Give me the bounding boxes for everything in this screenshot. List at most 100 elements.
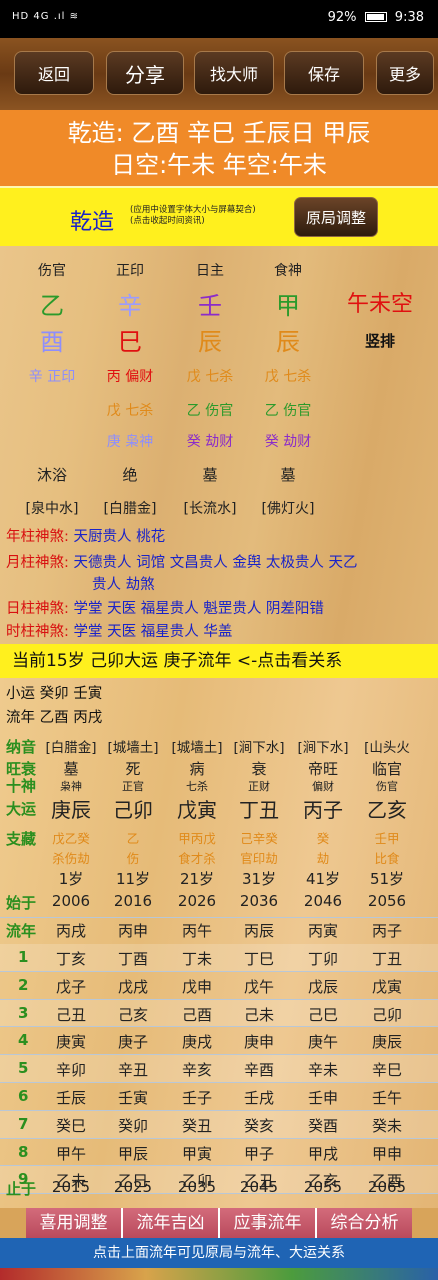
liunian-cell[interactable]: 庚午 — [292, 1031, 354, 1052]
xiaoyun-line: 小运 癸卯 壬寅 — [6, 686, 103, 702]
hidden-stem: 癸 劫财 — [186, 434, 234, 450]
liunian-cell[interactable]: 甲戌 — [292, 1143, 354, 1164]
dayun-age: 41岁 — [305, 870, 341, 888]
liunian-cell[interactable]: 丁卯 — [292, 948, 354, 969]
liunian-cell[interactable]: 壬寅 — [102, 1087, 164, 1108]
row-number: 2 — [18, 975, 29, 994]
dayun-nayin: [城墙土] — [107, 740, 159, 756]
liunian-cell[interactable]: 己酉 — [166, 1004, 228, 1025]
liunian-cell[interactable]: 甲寅 — [166, 1143, 228, 1164]
save-button[interactable]: 保存 — [284, 51, 364, 95]
vertical-toggle: 竖排 — [364, 332, 395, 350]
liunian-cell[interactable]: 癸巳 — [40, 1115, 102, 1136]
dayun-start-year: 2046 — [303, 892, 343, 910]
liunian-cell[interactable]: 己巳 — [292, 1004, 354, 1025]
dayun-hidden-stems: 戊乙癸 — [52, 831, 90, 846]
liunian-cell[interactable]: 辛酉 — [228, 1059, 290, 1080]
nayin-label: [长流水] — [183, 501, 237, 517]
liunian-cell[interactable]: 庚辰 — [356, 1031, 418, 1052]
liunian-cell[interactable]: 丙申 — [102, 920, 164, 941]
more-button[interactable]: 更多 — [376, 51, 434, 95]
dayun-wangshuai: 衰 — [251, 760, 267, 778]
liunian-cell[interactable]: 癸酉 — [292, 1115, 354, 1136]
day-shensha-label: 日柱神煞: — [6, 601, 69, 617]
liunian-cell[interactable]: 丙辰 — [228, 920, 290, 941]
liunian-cell[interactable]: 庚子 — [102, 1031, 164, 1052]
liunian-cell[interactable]: 壬子 — [166, 1087, 228, 1108]
earthly-branch: 酉 — [40, 328, 64, 356]
liunian-cell[interactable]: 戊申 — [166, 976, 228, 997]
liunian-cell[interactable]: 丁酉 — [102, 948, 164, 969]
liunian-cell[interactable]: 庚寅 — [40, 1031, 102, 1052]
liunian-cell[interactable]: 己丑 — [40, 1004, 102, 1025]
liunian-cell[interactable]: 甲午 — [40, 1143, 102, 1164]
chart-header: 乾造: 乙酉 辛巳 壬辰日 甲辰 日空:午未 年空:午未 — [0, 110, 438, 186]
adjust-chart-button[interactable]: 原局调整 — [294, 197, 378, 237]
liunian-cell[interactable]: 壬申 — [292, 1087, 354, 1108]
liunian-cell[interactable]: 戊子 — [40, 976, 102, 997]
liunian-cell[interactable]: 癸未 — [356, 1115, 418, 1136]
current-luck-bar[interactable]: 当前15岁 己卯大运 庚子流年 <-点击看关系 — [0, 644, 438, 678]
liunian-cell[interactable]: 戊午 — [228, 976, 290, 997]
liunian-cell[interactable]: 辛丑 — [102, 1059, 164, 1080]
liunian-cell[interactable]: 丙午 — [166, 920, 228, 941]
liunian-cell[interactable]: 丁未 — [166, 948, 228, 969]
liunian-cell[interactable]: 癸卯 — [102, 1115, 164, 1136]
event-year-button[interactable]: 应事流年 — [220, 1208, 317, 1238]
liunian-cell[interactable]: 辛未 — [292, 1059, 354, 1080]
liunian-cell[interactable]: 壬辰 — [40, 1087, 102, 1108]
liunian-cell[interactable]: 己未 — [228, 1004, 290, 1025]
liunian-cell[interactable]: 丁丑 — [356, 948, 418, 969]
dayun-age: 31岁 — [241, 870, 277, 888]
liunian-cell[interactable]: 丁亥 — [40, 948, 102, 969]
overall-analysis-button[interactable]: 综合分析 — [317, 1208, 412, 1238]
liunian-cell[interactable]: 辛巳 — [356, 1059, 418, 1080]
dayun-shishen: 枭神 — [60, 780, 82, 793]
dayun-wangshuai: 墓 — [63, 760, 79, 778]
back-button[interactable]: 返回 — [14, 51, 94, 95]
row-label-zhicang: 支藏 — [6, 830, 37, 848]
dayun-pillar[interactable]: 戊寅 — [166, 794, 228, 823]
liunian-cell[interactable]: 壬戌 — [228, 1087, 290, 1108]
dayun-pillar[interactable]: 乙亥 — [356, 794, 418, 823]
liunian-cell[interactable]: 丙子 — [356, 920, 418, 941]
liunian-cell[interactable]: 癸丑 — [166, 1115, 228, 1136]
dayun-hidden-gods: 伤 — [126, 851, 140, 866]
liunian-cell[interactable]: 甲申 — [356, 1143, 418, 1164]
ten-god-label: 伤官 — [38, 263, 66, 279]
liunian-cell[interactable]: 辛卯 — [40, 1059, 102, 1080]
liunian-cell[interactable]: 己亥 — [102, 1004, 164, 1025]
liunian-cell[interactable]: 甲辰 — [102, 1143, 164, 1164]
liunian-cell[interactable]: 庚申 — [228, 1031, 290, 1052]
liunian-cell[interactable]: 癸亥 — [228, 1115, 290, 1136]
liunian-cell[interactable]: 甲子 — [228, 1143, 290, 1164]
liunian-cell[interactable]: 戊寅 — [356, 976, 418, 997]
liunian-cell[interactable]: 丙戌 — [40, 920, 102, 941]
info-bar[interactable]: 乾造 (应用中设置字体大小与屏幕契合) (点击收起时间资讯) 原局调整 — [0, 186, 438, 246]
toolbar: 返回 分享 找大师 保存 更多 — [0, 38, 438, 110]
ten-god-label: 食神 — [274, 263, 302, 279]
dayun-pillar[interactable]: 己卯 — [102, 794, 164, 823]
annual-fortune-button[interactable]: 流年吉凶 — [123, 1208, 220, 1238]
dayun-hidden-gods: 劫 — [316, 851, 330, 866]
dayun-hidden-stems: 癸 — [316, 831, 330, 846]
liunian-cell[interactable]: 壬午 — [356, 1087, 418, 1108]
share-button[interactable]: 分享 — [106, 51, 184, 95]
dayun-age: 11岁 — [115, 870, 151, 888]
liunian-cell[interactable]: 丁巳 — [228, 948, 290, 969]
liunian-line: 流年 乙酉 丙戌 — [6, 710, 103, 726]
dayun-pillar[interactable]: 丙子 — [292, 794, 354, 823]
liunian-cell[interactable]: 辛亥 — [166, 1059, 228, 1080]
hint-line-1: (应用中设置字体大小与屏幕契合) — [130, 205, 256, 215]
liunian-cell[interactable]: 戊戌 — [102, 976, 164, 997]
dayun-pillar[interactable]: 丁丑 — [228, 794, 290, 823]
liunian-cell[interactable]: 己卯 — [356, 1004, 418, 1025]
dayun-pillar[interactable]: 庚辰 — [40, 794, 102, 823]
liunian-cell[interactable]: 戊辰 — [292, 976, 354, 997]
find-master-button[interactable]: 找大师 — [194, 51, 274, 95]
liunian-cell[interactable]: 庚戌 — [166, 1031, 228, 1052]
favorable-adjust-button[interactable]: 喜用调整 — [26, 1208, 123, 1238]
life-stage: 墓 — [202, 466, 218, 484]
battery-icon — [364, 11, 387, 22]
liunian-cell[interactable]: 丙寅 — [292, 920, 354, 941]
